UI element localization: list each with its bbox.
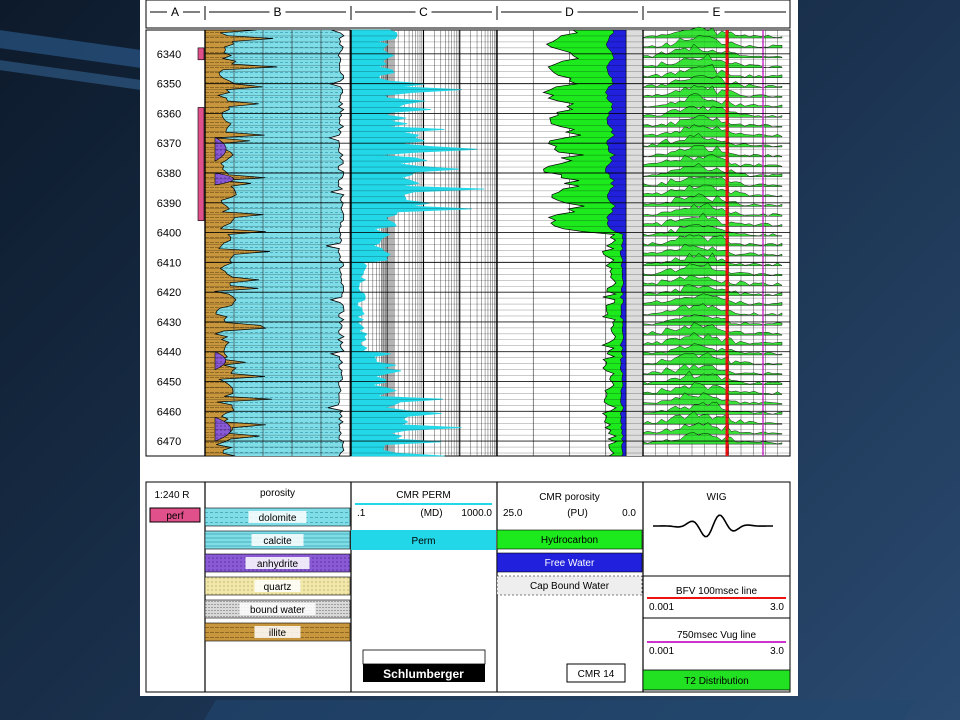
column-header-d: D [565, 5, 574, 19]
depth-label: 6340 [157, 49, 181, 61]
depth-label: 6420 [157, 287, 181, 299]
cmr-porosity-title: CMR porosity [539, 492, 600, 503]
cmr-swatch-label: Free Water [545, 558, 595, 569]
column-header-b: B [273, 5, 281, 19]
lithology-label: quartz [264, 582, 292, 593]
depth-label: 6380 [157, 168, 181, 180]
perm-swatch-label: Perm [412, 536, 436, 547]
vug-min: 0.001 [649, 646, 674, 657]
header-bar [145, 0, 791, 29]
lithology-label: calcite [263, 536, 292, 547]
t2-swatch-label: T2 Distribution [684, 676, 748, 687]
vug-line-label: 750msec Vug line [677, 630, 757, 641]
cmr-tag-label: CMR 14 [578, 669, 615, 680]
perm-max: 1000.0 [461, 508, 492, 519]
depth-label: 6350 [157, 79, 181, 91]
depth-label: 6460 [157, 406, 181, 418]
scale-label: 1:240 R [154, 490, 189, 501]
perm-unit: (MD) [420, 508, 442, 519]
lithology-label: illite [269, 628, 287, 639]
perm-min: .1 [357, 508, 366, 519]
lithology-label: dolomite [259, 513, 297, 524]
perf-interval [197, 47, 205, 61]
bfv-min: 0.001 [649, 602, 674, 613]
cmr-swatch-label: Cap Bound Water [530, 581, 610, 592]
cmr-porosity-unit: (PU) [567, 508, 588, 519]
cmr-porosity-left: 25.0 [503, 508, 523, 519]
wig-title: WIG [707, 492, 727, 503]
depth-label: 6470 [157, 436, 181, 448]
depth-label: 6370 [157, 138, 181, 150]
lithology-label: anhydrite [257, 559, 299, 570]
depth-label: 6430 [157, 317, 181, 329]
depth-label: 6450 [157, 377, 181, 389]
column-header-c: C [419, 5, 428, 19]
brand-box-top [362, 649, 486, 665]
depth-label: 6440 [157, 347, 181, 359]
well-log-chart: A B C D E 6340 6350 6360 6370 6380 6390 6400 6410 642… [145, 0, 791, 693]
perf-label: perf [166, 511, 183, 522]
well-log-panel: A B C D E 6340 6350 6360 6370 6380 6390 6400 6410 642… [140, 0, 798, 696]
bfv-line-label: BFV 100msec line [676, 586, 758, 597]
bfv-max: 3.0 [770, 602, 784, 613]
porosity-title: porosity [260, 488, 295, 499]
depth-label: 6390 [157, 198, 181, 210]
background-stripe [204, 700, 916, 720]
cmr-porosity-right: 0.0 [622, 508, 636, 519]
depth-label: 6400 [157, 228, 181, 240]
depth-label: 6360 [157, 108, 181, 120]
perf-interval [197, 107, 205, 221]
lithology-label: bound water [250, 605, 306, 616]
column-header-a: A [171, 5, 179, 19]
depth-label: 6410 [157, 257, 181, 269]
brand-logo-text: Schlumberger [383, 667, 464, 681]
column-header-e: E [712, 5, 720, 19]
cmr-perm-title: CMR PERM [396, 490, 450, 501]
cmr-swatch-label: Hydrocarbon [541, 535, 598, 546]
vug-max: 3.0 [770, 646, 784, 657]
cap-bound-water-area [626, 30, 642, 456]
